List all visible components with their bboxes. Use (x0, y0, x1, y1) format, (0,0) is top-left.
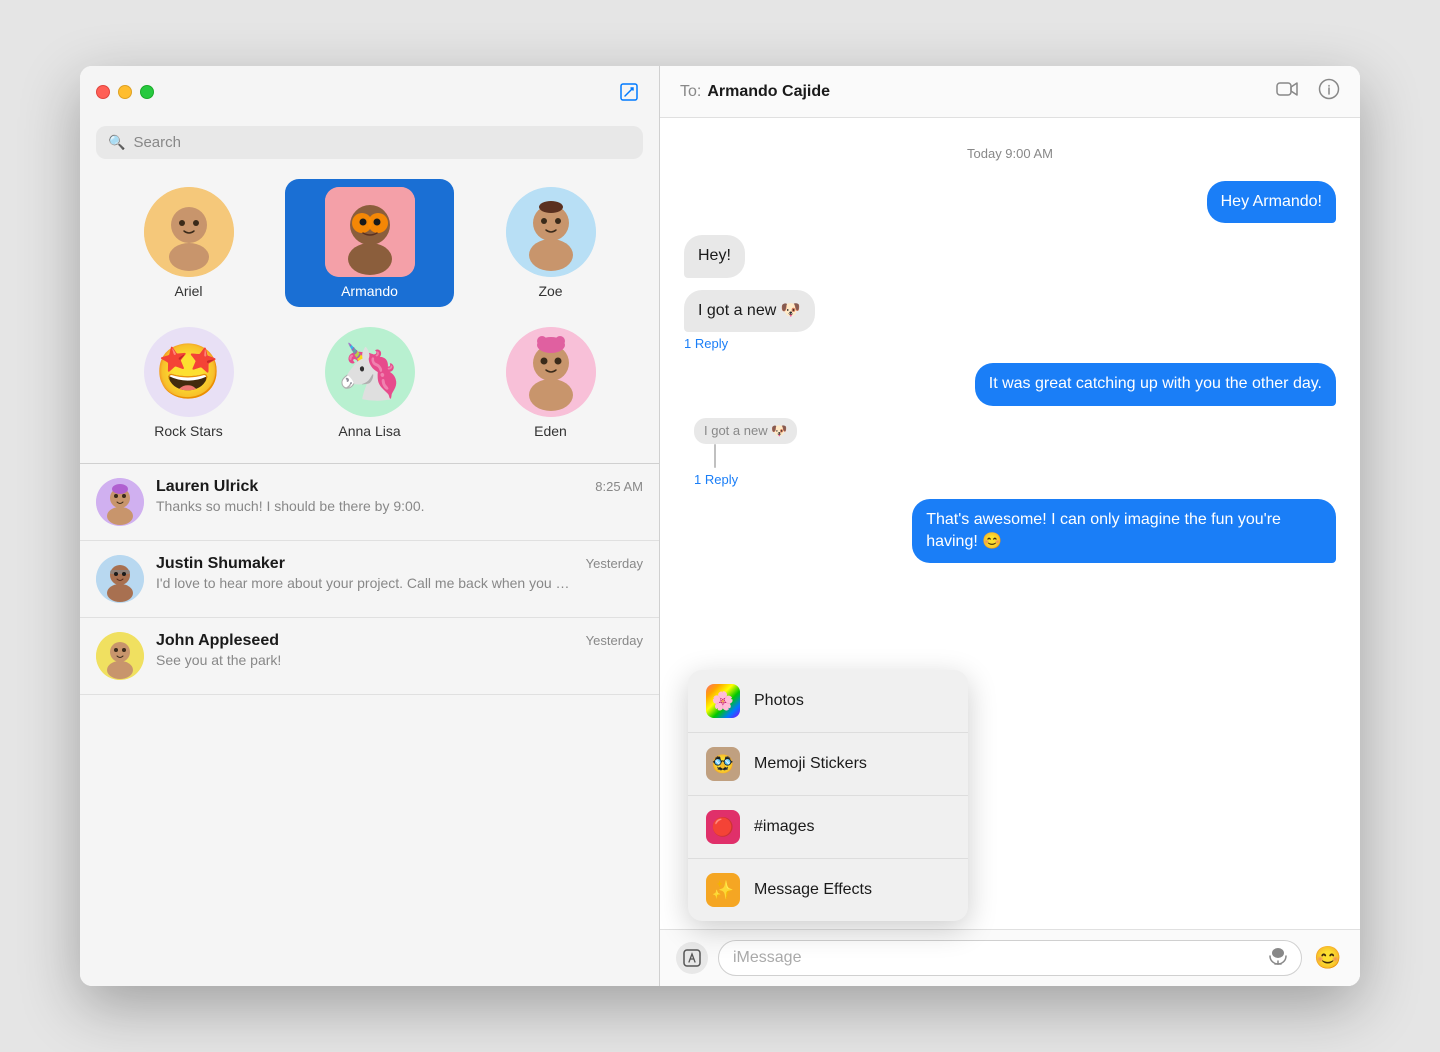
avatar-rockstars: 🤩 (144, 327, 234, 417)
contact-armando[interactable]: Armando (285, 179, 454, 307)
imessage-input-field[interactable]: iMessage (718, 940, 1302, 976)
conv-item-justin[interactable]: Justin Shumaker Yesterday I'd love to he… (80, 541, 659, 618)
minimize-button[interactable] (118, 85, 132, 99)
contact-name-zoe: Zoe (538, 283, 562, 299)
contact-name-rockstars: Rock Stars (154, 423, 222, 439)
avatar-justin (96, 555, 144, 603)
contact-name-armando: Armando (341, 283, 398, 299)
left-panel: 🔍 Search Ariel (80, 66, 660, 986)
avatar-ariel (144, 187, 234, 277)
contacts-grid: Ariel Armando (80, 171, 659, 463)
conv-item-lauren[interactable]: Lauren Ulrick 8:25 AM Thanks so much! I … (80, 464, 659, 541)
message-bubble-5: That's awesome! I can only imagine the f… (912, 499, 1336, 564)
avatar-zoe (506, 187, 596, 277)
message-bubble-2: Hey! (684, 235, 745, 277)
conv-time-john: Yesterday (586, 633, 643, 648)
conv-header-john: John Appleseed Yesterday (156, 632, 643, 650)
avatar-annalisa: 🦄 (325, 327, 415, 417)
search-icon: 🔍 (108, 134, 125, 151)
msg-row-6: That's awesome! I can only imagine the f… (684, 499, 1336, 564)
titlebar (80, 66, 659, 118)
right-panel: To: Armando Cajide Today 9 (660, 66, 1360, 986)
popup-item-memoji[interactable]: 🥸 Memoji Stickers (688, 733, 968, 796)
popup-item-images[interactable]: 🔴 #images (688, 796, 968, 859)
close-button[interactable] (96, 85, 110, 99)
chat-header-icons (1276, 78, 1340, 106)
effects-icon: ✨ (706, 873, 740, 907)
popup-item-photos[interactable]: 🌸 Photos (688, 670, 968, 733)
popup-item-effects[interactable]: ✨ Message Effects (688, 859, 968, 921)
video-call-icon[interactable] (1276, 80, 1298, 104)
msg-row-5: I got a new 🐶 1 Reply (684, 418, 1336, 487)
conversation-list: Lauren Ulrick 8:25 AM Thanks so much! I … (80, 464, 659, 986)
conv-content-justin: Justin Shumaker Yesterday I'd love to he… (156, 555, 643, 591)
msg-row-1: Hey Armando! (684, 181, 1336, 223)
conv-preview-justin: I'd love to hear more about your project… (156, 575, 576, 591)
search-bar[interactable]: 🔍 Search (96, 126, 643, 159)
popup-menu: 🌸 Photos 🥸 Memoji Stickers 🔴 #images (688, 670, 968, 921)
conv-preview-lauren: Thanks so much! I should be there by 9:0… (156, 498, 576, 514)
reply-connector (714, 444, 716, 468)
maximize-button[interactable] (140, 85, 154, 99)
conv-content-john: John Appleseed Yesterday See you at the … (156, 632, 643, 668)
contact-ariel[interactable]: Ariel (104, 179, 273, 307)
popup-label-images: #images (754, 818, 814, 836)
traffic-lights (96, 85, 154, 99)
conv-name-john: John Appleseed (156, 632, 279, 650)
avatar-armando (325, 187, 415, 277)
contact-name-eden: Eden (534, 423, 567, 439)
conv-name-justin: Justin Shumaker (156, 555, 285, 573)
popup-label-effects: Message Effects (754, 881, 872, 899)
reply-link-1[interactable]: 1 Reply (684, 336, 728, 351)
input-bar: iMessage 😊 🌸 Photos (660, 929, 1360, 986)
conv-name-lauren: Lauren Ulrick (156, 478, 258, 496)
message-timestamp: Today 9:00 AM (684, 146, 1336, 161)
search-input[interactable]: Search (133, 134, 631, 151)
contact-name-ariel: Ariel (174, 283, 202, 299)
emoji-button[interactable]: 😊 (1312, 942, 1344, 974)
conv-time-lauren: 8:25 AM (595, 479, 643, 494)
conv-header-justin: Justin Shumaker Yesterday (156, 555, 643, 573)
compose-button[interactable] (615, 78, 643, 106)
app-store-button[interactable] (676, 942, 708, 974)
conv-header-lauren: Lauren Ulrick 8:25 AM (156, 478, 643, 496)
reply-link-2[interactable]: 1 Reply (694, 472, 797, 487)
message-bubble-1: Hey Armando! (1207, 181, 1336, 223)
avatar-john (96, 632, 144, 680)
chat-header: To: Armando Cajide (660, 66, 1360, 118)
avatar-lauren (96, 478, 144, 526)
popup-label-memoji: Memoji Stickers (754, 755, 867, 773)
memoji-icon: 🥸 (706, 747, 740, 781)
avatar-eden (506, 327, 596, 417)
photos-icon: 🌸 (706, 684, 740, 718)
images-icon: 🔴 (706, 810, 740, 844)
input-placeholder: iMessage (733, 949, 1259, 967)
conv-time-justin: Yesterday (586, 556, 643, 571)
message-bubble-3: I got a new 🐶 (684, 290, 815, 332)
audio-input-icon (1269, 947, 1287, 970)
msg-row-3: I got a new 🐶 1 Reply (684, 290, 1336, 351)
message-bubble-4: It was great catching up with you the ot… (975, 363, 1336, 405)
conv-content-lauren: Lauren Ulrick 8:25 AM Thanks so much! I … (156, 478, 643, 514)
contact-eden[interactable]: Eden (466, 319, 635, 447)
msg-row-2: Hey! (684, 235, 1336, 277)
msg-row-4: It was great catching up with you the ot… (684, 363, 1336, 405)
popup-label-photos: Photos (754, 692, 804, 710)
contact-annalisa[interactable]: 🦄 Anna Lisa (285, 319, 454, 447)
chat-to-label: To: (680, 83, 701, 101)
reply-bubble-mini: I got a new 🐶 (694, 418, 797, 444)
chat-contact-name: Armando Cajide (707, 83, 1276, 101)
conv-item-john[interactable]: John Appleseed Yesterday See you at the … (80, 618, 659, 695)
contact-rockstars[interactable]: 🤩 Rock Stars (104, 319, 273, 447)
info-icon[interactable] (1318, 78, 1340, 106)
contact-name-annalisa: Anna Lisa (338, 423, 400, 439)
conv-preview-john: See you at the park! (156, 652, 576, 668)
messages-window: 🔍 Search Ariel (80, 66, 1360, 986)
contact-zoe[interactable]: Zoe (466, 179, 635, 307)
